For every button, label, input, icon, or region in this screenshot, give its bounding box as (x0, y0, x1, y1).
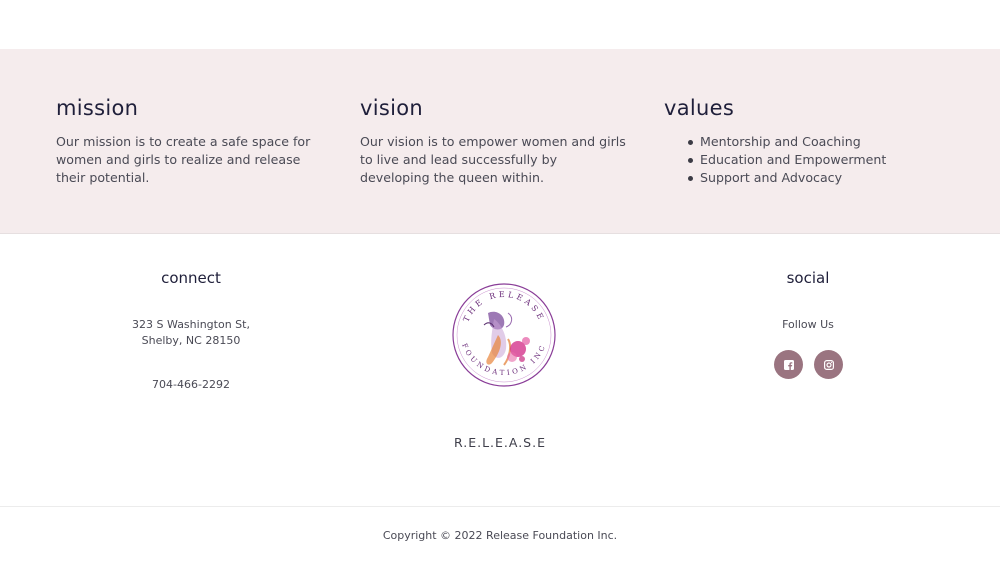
values-item-label: Mentorship and Coaching (700, 134, 861, 149)
follow-us-label: Follow Us (782, 318, 834, 331)
mission-section: mission Our mission is to create a safe … (56, 96, 326, 187)
address-line-2: Shelby, NC 28150 (141, 334, 241, 347)
copyright-text: Copyright © 2022 Release Foundation Inc. (382, 529, 618, 542)
footer-main: connect 323 S Washington St, Shelby, NC … (0, 235, 1000, 506)
values-list-item: Support and Advocacy (664, 169, 934, 187)
address-line-1: 323 S Washington St, (132, 318, 250, 331)
values-item-label: Support and Advocacy (700, 170, 843, 185)
values-list-item: Education and Empowerment (664, 151, 934, 169)
values-section: values Mentorship and Coaching Education… (664, 96, 934, 187)
bullet-icon (688, 158, 693, 163)
vision-title: vision (360, 96, 423, 120)
mission-text: Our mission is to create a safe space fo… (56, 134, 311, 185)
address: 323 S Washington St, Shelby, NC 28150 (91, 317, 291, 349)
values-item-label: Education and Empowerment (700, 152, 887, 167)
bullet-icon (688, 176, 693, 181)
phone-number[interactable]: 704-466-2292 (91, 377, 291, 393)
social-icons (774, 350, 844, 380)
values-list-item: Mentorship and Coaching (664, 133, 934, 151)
footer-bottom: Copyright © 2022 Release Foundation Inc. (0, 506, 1000, 562)
logo-emblem: THE RELEASE FOUNDATION INC (452, 283, 556, 387)
mission-title: mission (56, 96, 139, 120)
social-title: social (786, 269, 830, 287)
vision-text: Our vision is to empower women and girls… (360, 134, 626, 185)
vision-section: vision Our vision is to empower women an… (360, 96, 630, 187)
info-band: mission Our mission is to create a safe … (0, 49, 1000, 234)
social-section: social Follow Us (708, 269, 908, 333)
foundation-logo[interactable]: THE RELEASE FOUNDATION INC (448, 279, 560, 391)
values-list: Mentorship and Coaching Education and Em… (664, 133, 934, 187)
svg-text:THE RELEASE: THE RELEASE (462, 290, 547, 323)
instagram-icon (823, 359, 834, 370)
instagram-button[interactable] (814, 350, 843, 379)
connect-section: connect 323 S Washington St, Shelby, NC … (91, 269, 291, 393)
values-title: values (664, 96, 735, 120)
bullet-icon (688, 140, 693, 145)
brand-name: R.E.L.E.A.S.E (453, 435, 546, 450)
facebook-button[interactable] (774, 350, 803, 379)
connect-title: connect (161, 269, 221, 287)
facebook-icon (783, 359, 794, 370)
